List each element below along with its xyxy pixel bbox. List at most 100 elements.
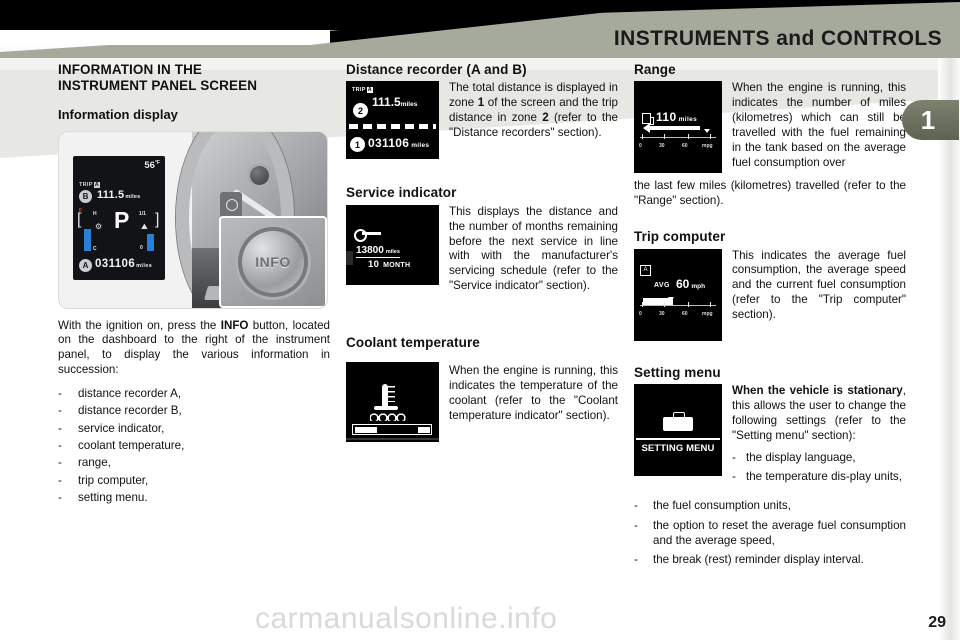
range-figure: 110 miles 0 30 60 mpg [634,81,722,174]
scale-tick-unit: mpg [702,310,713,317]
setting-menu-block: SETTING MENU When the vehicle is station… [634,384,906,488]
list-item: - the display language, [732,451,856,465]
distance-recorder-block: TRIP A 2 111.5miles 1 031106 miles The tot… [346,81,618,161]
dash-marker: - [58,404,62,418]
dashboard-photo-region: INFO [176,131,327,308]
cluster-label-fuel-zero: 0 [140,244,143,251]
list-item: - the temperature dis-play units, [732,470,902,484]
range-arrow-indicator [643,123,700,134]
gauge-filled-segment [354,426,377,433]
list-item: - range, [58,454,330,471]
page-edge-strip [938,58,960,640]
page-title: INSTRUMENTS and CONTROLS [613,27,942,50]
consumption-scale [640,134,716,142]
scale-tick-30: 30 [659,143,665,150]
information-display-photo: 56°F TRIP A B 111.5miles [ ] F H C 1/1 0 … [58,130,328,309]
cluster-bracket-left: [ [77,210,82,228]
cluster-bracket-right: ] [155,210,160,228]
service-distance-remaining: 13800 miles [356,244,400,258]
scale-tick-30: 30 [659,310,665,317]
list-item: - trip computer, [58,472,330,489]
fuel-pump-icon: ⛰ [141,221,148,231]
dash-marker: - [732,470,736,484]
info-button-inset: INFO [219,215,327,308]
list-item: - the fuel consumption units, [634,499,791,513]
heading-trip-computer: Trip computer [634,229,726,245]
thermometer-base-icon [374,406,398,411]
cluster-badge-b: B [79,189,92,203]
heading-setting-menu: Setting menu [634,364,721,380]
scale-tick-unit: mpg [702,143,713,150]
cluster-trip-label: TRIP A [79,181,101,188]
instrument-cluster-screen: 56°F TRIP A B 111.5miles [ ] F H C 1/1 0 … [73,155,165,280]
chapter-tab[interactable]: 1 [902,100,960,140]
cluster-temp-bar [84,228,91,251]
toolbox-icon [663,412,693,432]
figure-trip-label: TRIP A [352,87,374,94]
cluster-gear-indicator: P [114,206,130,233]
list-item: - setting menu. [58,489,330,506]
list-item: - coolant temperature, [58,437,330,454]
coolant-icon: ⚙ [95,221,103,231]
range-value: 110 miles [656,110,698,125]
scale-cursor [668,296,674,301]
chapter-tab-number: 1 [920,104,936,135]
list-item: - distance recorder A, [58,385,330,402]
coolant-waves-icon [370,412,406,422]
dash-marker: - [58,456,62,470]
watermark: carmanualsonline.info [255,602,558,635]
dash-marker: - [58,421,62,435]
figure-dashed-separator [349,124,436,130]
scale-tick-0: 0 [639,143,642,150]
cluster-outside-temperature: 56°F [144,159,160,171]
trip-computer-block: A AVG 60 mph 0 30 60 mpg This indicates t… [634,248,906,343]
gauge-end-segment [417,426,430,433]
consumption-scale [640,301,716,310]
scale-cursor [704,129,710,134]
zone-2-badge: 2 [353,103,368,119]
heading-distance-recorder: Distance recorder (A and B) [346,62,527,77]
avg-label: AVG [654,281,670,289]
figure-rule [636,438,720,440]
list-item: - the option to reset the average fuel co… [634,518,906,547]
cluster-trip-distance: 111.5miles [97,188,141,201]
dashboard-control-knob [220,191,242,218]
dash-marker: - [634,552,638,566]
information-succession-list: - distance recorder A, - distance recorder… [58,385,330,507]
scale-tick-60: 60 [682,143,688,150]
dash-marker: - [732,451,736,465]
dash-marker: - [58,439,62,453]
scale-tick-60: 60 [682,310,688,317]
left-column: INFORMATION IN THE INSTRUMENT PANEL SCRE… [58,62,330,507]
dash-marker: - [58,473,62,487]
ignition-switch [250,165,269,185]
section-heading-line1: INFORMATION IN THE [58,62,203,77]
range-block: 110 miles 0 30 60 mpg When the engine is … [634,81,906,177]
figure-divider [346,438,439,440]
section-heading: INFORMATION IN THE INSTRUMENT PANEL SCRE… [58,62,330,95]
cluster-label-c: C [93,245,97,252]
left-body-paragraph: With the ignition on, press the INFO but… [58,318,330,377]
middle-column: Distance recorder (A and B) TRIP A 2 111.… [346,62,618,444]
dash-marker: - [58,491,62,505]
cluster-total-distance: 031106miles [95,257,153,270]
zone-1-value: 031106 miles [368,136,430,151]
list-item: - service indicator, [58,420,330,437]
service-indicator-block: 13800 miles 10 MONTH This displays the dis… [346,204,618,301]
page-number: 29 [928,614,946,631]
service-indicator-figure: 13800 miles 10 MONTH [346,204,439,285]
dash-marker: - [58,386,62,400]
setting-menu-figure: SETTING MENU [634,384,722,477]
dash-marker: - [634,499,638,513]
wrench-icon [354,228,381,242]
coolant-temperature-figure [346,362,439,443]
range-text-full: the last few miles (kilometres) travelle… [634,179,906,208]
scale-tick-0: 0 [639,310,642,317]
gauge-empty-segment [377,425,418,434]
info-button-label: INFO [255,253,291,270]
trip-computer-letter-tag: A [640,264,651,276]
info-button[interactable]: INFO [242,230,304,293]
average-speed-value: 60 mph [676,276,706,291]
setting-menu-figure-label: SETTING MENU [641,443,715,455]
coolant-temperature-block: When the engine is running, this indicat… [346,354,618,444]
